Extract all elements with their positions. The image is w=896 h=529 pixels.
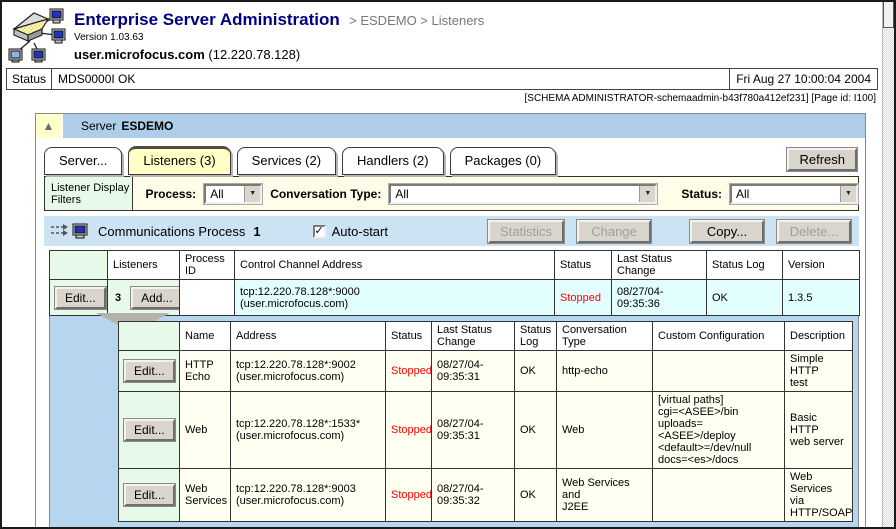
listener-address: tcp:12.220.78.128*:9003 (user.microfocus… — [231, 469, 386, 522]
status-badge: Stopped — [386, 469, 432, 522]
server-name: ESDEMO — [121, 119, 173, 133]
listener-count: 3 — [115, 292, 121, 304]
edit-listener-button[interactable]: Edit... — [124, 419, 175, 441]
last-status-change: 08/27/04-09:35:32 — [432, 469, 515, 522]
chevron-down-icon: ▼ — [639, 186, 655, 202]
tab-server[interactable]: Server... — [44, 147, 122, 175]
listener-summary-table: Listeners Process ID Control Channel Add… — [49, 250, 860, 316]
conversation-type: Web Services and J2EE — [557, 469, 653, 522]
filter-title: Listener Display Filters — [45, 177, 133, 210]
version-label: Version 1.03.63 — [74, 32, 484, 43]
listener-description: Web Services via HTTP/SOAP — [785, 469, 853, 522]
status-log: OK — [515, 392, 557, 469]
edit-process-button[interactable]: Edit... — [55, 287, 106, 309]
listeners-detail-section: Name Address Status Last Status Change S… — [49, 316, 859, 529]
control-channel-address: tcp:12.220.78.128*:9000 (user.microfocus… — [235, 280, 555, 316]
host-ip: (12.220.78.128) — [208, 47, 300, 62]
status-badge: Stopped — [555, 280, 612, 316]
tab-packages[interactable]: Packages (0) — [450, 147, 557, 175]
page-title: Enterprise Server Administration — [74, 10, 340, 29]
table-row: Edit... 3 Add... tcp:12.220.78.128*:9000… — [50, 280, 860, 316]
listener-description: Basic HTTP web server — [785, 392, 853, 469]
conversation-type: Web — [557, 392, 653, 469]
change-button[interactable]: Change — [577, 220, 651, 243]
listener-description: Simple HTTP test — [785, 351, 853, 392]
custom-configuration — [653, 351, 785, 392]
scrollbar-thumb[interactable] — [883, 2, 894, 28]
last-status-change: 08/27/04-09:35:31 — [432, 351, 515, 392]
listener-address: tcp:12.220.78.128*:1533* (user.microfocu… — [231, 392, 386, 469]
status-datetime: Fri Aug 27 10:00:04 2004 — [729, 69, 877, 89]
table-header-row: Listeners Process ID Control Channel Add… — [50, 251, 860, 280]
communications-process-bar: Communications Process 1 ✓ Auto-start St… — [44, 216, 859, 246]
conversation-filter-select[interactable]: All ▼ — [389, 184, 657, 204]
collapse-button[interactable]: ▲ — [36, 114, 63, 138]
auto-start-checkbox[interactable]: ✓ — [313, 225, 326, 238]
server-panel-titlebar: ▲ Server ESDEMO — [36, 114, 865, 138]
tab-bar: Server... Listeners (3) Services (2) Han… — [36, 138, 865, 175]
status-bar: Status MDS0000I OK Fri Aug 27 10:00:04 2… — [6, 68, 878, 90]
refresh-button[interactable]: Refresh — [787, 148, 857, 171]
check-icon: ✓ — [315, 226, 324, 237]
tab-handlers[interactable]: Handlers (2) — [342, 147, 444, 175]
statistics-button[interactable]: Statistics — [488, 220, 564, 243]
last-status-change: 08/27/04-09:35:36 — [612, 280, 707, 316]
add-listener-button[interactable]: Add... — [131, 287, 179, 309]
delete-button[interactable]: Delete... — [777, 220, 851, 243]
process-id-cell — [180, 280, 235, 316]
edit-listener-button[interactable]: Edit... — [124, 484, 175, 506]
table-header-row: Name Address Status Last Status Change S… — [119, 322, 853, 351]
custom-configuration — [653, 469, 785, 522]
enterprise-server-admin-page: Enterprise Server Administration > ESDEM… — [0, 0, 896, 529]
auto-start-label: Auto-start — [332, 224, 388, 239]
table-row: Edit... Web tcp:12.220.78.128*:1533* (us… — [119, 392, 853, 469]
status-log: OK — [515, 469, 557, 522]
network-computers-icon — [8, 7, 66, 63]
version-cell: 1.3.5 — [783, 280, 860, 316]
page-content: Enterprise Server Administration > ESDEM… — [2, 2, 882, 527]
triangle-up-icon: ▲ — [43, 119, 55, 133]
breadcrumb: > ESDEMO > Listeners — [349, 13, 484, 28]
communications-process-label: Communications Process — [98, 224, 245, 239]
table-row: Edit... Web Services tcp:12.220.78.128*:… — [119, 469, 853, 522]
conversation-type: http-echo — [557, 351, 653, 392]
host-name: user.microfocus.com — [74, 47, 205, 62]
listener-name: Web Services — [180, 469, 231, 522]
status-message: MDS0000I OK — [52, 69, 729, 89]
listener-address: tcp:12.220.78.128*:9002 (user.microfocus… — [231, 351, 386, 392]
last-status-change: 08/27/04-09:35:31 — [432, 392, 515, 469]
status-filter-select[interactable]: All ▼ — [730, 184, 858, 204]
status-badge: Stopped — [386, 351, 432, 392]
vertical-scrollbar[interactable] — [882, 2, 894, 527]
process-filter-select[interactable]: All ▼ — [204, 184, 262, 204]
listener-filter-bar: Listener Display Filters Process: All ▼ … — [44, 176, 859, 211]
chevron-down-icon: ▼ — [840, 186, 856, 202]
process-arrows-icon — [50, 222, 90, 240]
server-panel: ▲ Server ESDEMO Server... Listeners (3) … — [35, 113, 866, 529]
listener-name: HTTP Echo — [180, 351, 231, 392]
status-badge: Stopped — [386, 392, 432, 469]
process-filter-label: Process: — [145, 187, 196, 201]
copy-button[interactable]: Copy... — [690, 220, 764, 243]
server-label: Server — [81, 119, 116, 133]
page-header: Enterprise Server Administration > ESDEM… — [2, 2, 882, 66]
tab-services[interactable]: Services (2) — [237, 147, 336, 175]
tab-listeners[interactable]: Listeners (3) — [128, 146, 230, 175]
status-label: Status — [7, 69, 52, 89]
chevron-down-icon: ▼ — [244, 186, 260, 202]
edit-listener-button[interactable]: Edit... — [124, 360, 175, 382]
session-info: [SCHEMA ADMINISTRATOR-schemaadmin-b43f78… — [2, 90, 882, 106]
table-row: Edit... HTTP Echo tcp:12.220.78.128*:900… — [119, 351, 853, 392]
listener-name: Web — [180, 392, 231, 469]
status-log: OK — [515, 351, 557, 392]
custom-configuration: [virtual paths] cgi=<ASEE>/bin uploads=<… — [653, 392, 785, 469]
communications-process-number: 1 — [253, 224, 260, 239]
listeners-table: Name Address Status Last Status Change S… — [118, 321, 853, 522]
conversation-filter-label: Conversation Type: — [270, 187, 381, 201]
status-filter-label: Status: — [681, 187, 722, 201]
status-log: OK — [707, 280, 783, 316]
